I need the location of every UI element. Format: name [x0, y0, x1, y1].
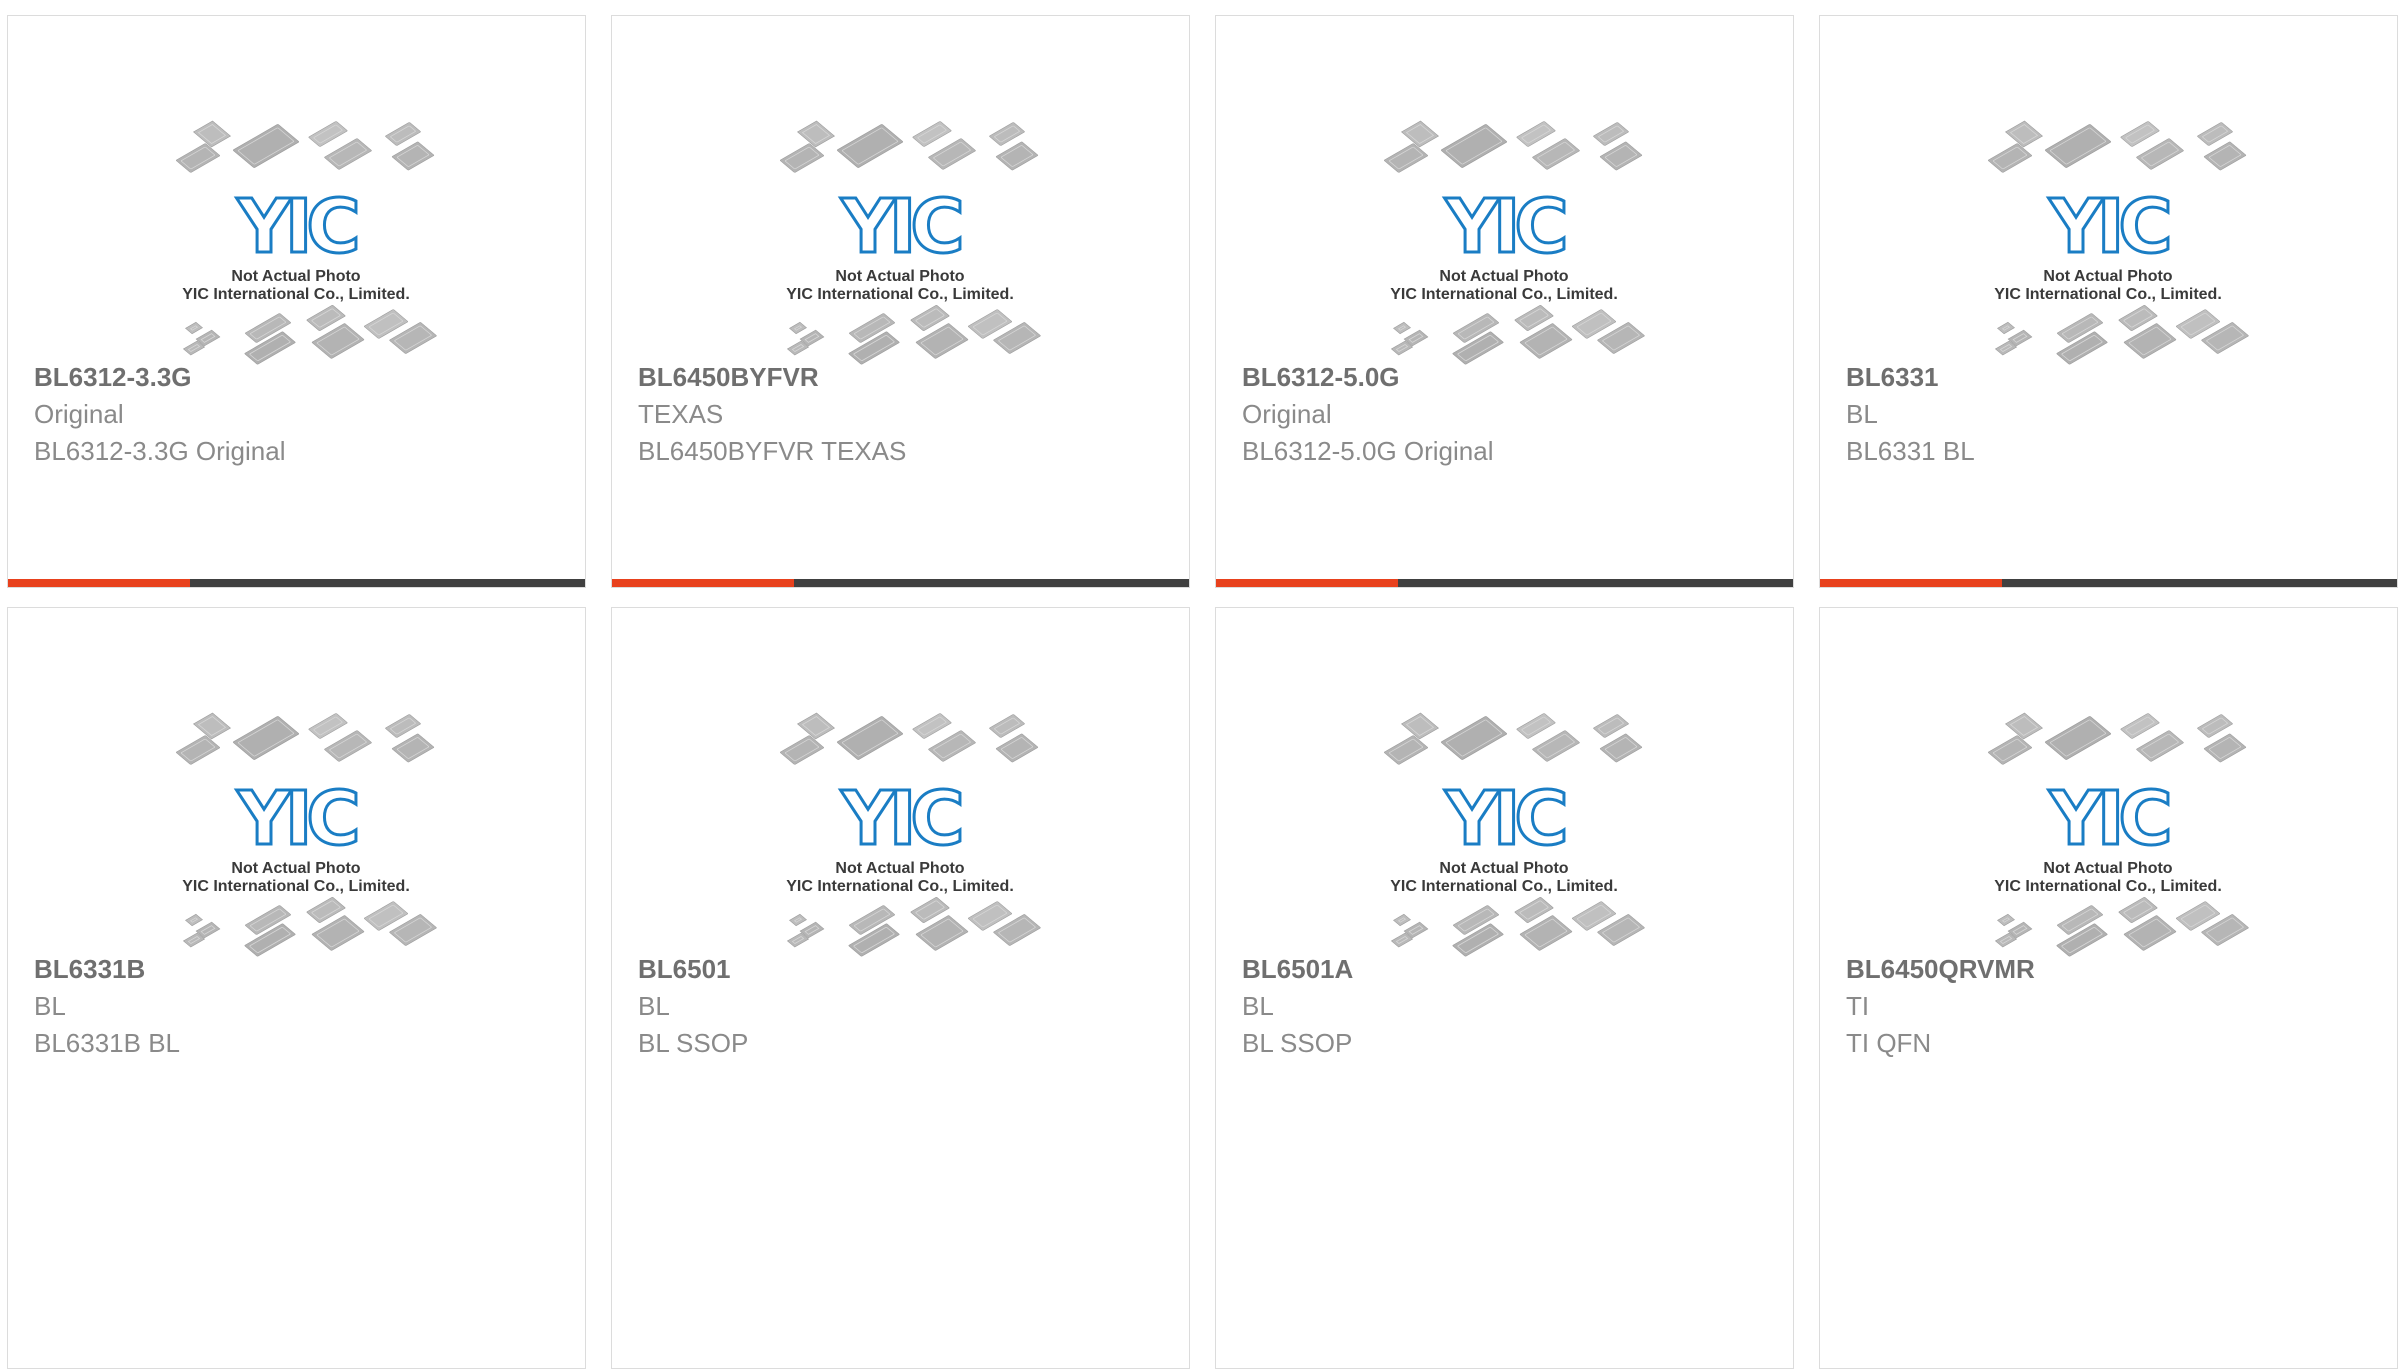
product-manufacturer: BL: [638, 991, 670, 1021]
product-card[interactable]: YIC Not Actual Photo YIC International Co.…: [1819, 607, 2398, 1369]
product-part-number[interactable]: BL6331B: [34, 951, 565, 988]
placeholder-photo-graphic: YICNot Actual PhotoYIC International Co.…: [1988, 120, 2249, 365]
not-actual-photo-caption: Not Actual Photo: [231, 860, 360, 877]
placeholder-photo-graphic: YICNot Actual PhotoYIC International Co.…: [1384, 712, 1645, 957]
company-name-caption: YIC International Co., Limited.: [182, 878, 410, 895]
product-part-number[interactable]: BL6450BYFVR: [638, 359, 1169, 396]
product-description: BL SSOP: [1242, 1028, 1353, 1058]
company-name-caption: YIC International Co., Limited.: [1994, 878, 2222, 895]
product-manufacturer: TI: [1846, 991, 1870, 1021]
company-logo: YIC: [1444, 184, 1564, 270]
product-image[interactable]: YIC Not Actual Photo YIC International Co.…: [1820, 678, 2397, 958]
card-accent-bar: [1216, 579, 1793, 587]
product-info: BL6331B BL BL6331B BL: [34, 951, 565, 1062]
product-info: BL6501 BL BL SSOP: [638, 951, 1169, 1062]
company-name-caption: YIC International Co., Limited.: [786, 878, 1014, 895]
placeholder-photo-graphic: YICNot Actual PhotoYIC International Co.…: [1988, 712, 2249, 957]
product-image[interactable]: YIC Not Actual Photo YIC International Co.…: [612, 86, 1189, 366]
product-grid: YIC Not Actual Photo YIC International Co.…: [7, 15, 2400, 1369]
card-accent-bar: [1820, 579, 2397, 587]
placeholder-photo-graphic: YICNot Actual PhotoYIC International Co.…: [176, 712, 437, 957]
product-description: BL6312-3.3G Original: [34, 436, 286, 466]
product-card[interactable]: YIC Not Actual Photo YIC International Co.…: [7, 15, 586, 588]
product-description: BL6331B BL: [34, 1028, 181, 1058]
product-description: TI QFN: [1846, 1028, 1932, 1058]
product-description: BL6450BYFVR TEXAS: [638, 436, 907, 466]
product-part-number[interactable]: BL6450QRVMR: [1846, 951, 2377, 988]
placeholder-photo-graphic: YICNot Actual PhotoYIC International Co.…: [780, 712, 1041, 957]
product-card[interactable]: YIC Not Actual Photo YIC International Co.…: [7, 607, 586, 1369]
not-actual-photo-caption: Not Actual Photo: [835, 860, 964, 877]
company-name-caption: YIC International Co., Limited.: [1390, 286, 1618, 303]
product-image[interactable]: YIC Not Actual Photo YIC International Co.…: [8, 86, 585, 366]
product-info: BL6450QRVMR TI TI QFN: [1846, 951, 2377, 1062]
company-logo: YIC: [840, 776, 960, 862]
product-card[interactable]: YIC Not Actual Photo YIC International Co.…: [611, 607, 1190, 1369]
product-info: BL6331 BL BL6331 BL: [1846, 359, 2377, 470]
product-card[interactable]: YIC Not Actual Photo YIC International Co.…: [611, 15, 1190, 588]
product-info: BL6450BYFVR TEXAS BL6450BYFVR TEXAS: [638, 359, 1169, 470]
product-manufacturer: Original: [1242, 399, 1332, 429]
product-manufacturer: BL: [1242, 991, 1274, 1021]
not-actual-photo-caption: Not Actual Photo: [835, 268, 964, 285]
product-part-number[interactable]: BL6501A: [1242, 951, 1773, 988]
company-name-caption: YIC International Co., Limited.: [182, 286, 410, 303]
product-part-number[interactable]: BL6331: [1846, 359, 2377, 396]
placeholder-photo-graphic: YICNot Actual PhotoYIC International Co.…: [780, 120, 1041, 365]
not-actual-photo-caption: Not Actual Photo: [1439, 268, 1568, 285]
not-actual-photo-caption: Not Actual Photo: [1439, 860, 1568, 877]
placeholder-photo-graphic: YICNot Actual PhotoYIC International Co.…: [1384, 120, 1645, 365]
card-accent-bar: [8, 579, 585, 587]
product-manufacturer: TEXAS: [638, 399, 724, 429]
product-image[interactable]: YIC Not Actual Photo YIC International Co.…: [8, 678, 585, 958]
company-name-caption: YIC International Co., Limited.: [1390, 878, 1618, 895]
card-accent-bar: [612, 579, 1189, 587]
product-manufacturer: BL: [1846, 399, 1878, 429]
placeholder-photo-graphic: YICNot Actual PhotoYIC International Co.…: [176, 120, 437, 365]
product-part-number[interactable]: BL6312-3.3G: [34, 359, 565, 396]
product-part-number[interactable]: BL6312-5.0G: [1242, 359, 1773, 396]
product-card[interactable]: YIC Not Actual Photo YIC International Co.…: [1819, 15, 2398, 588]
product-description: BL6312-5.0G Original: [1242, 436, 1494, 466]
product-description: BL SSOP: [638, 1028, 749, 1058]
product-image[interactable]: YIC Not Actual Photo YIC International Co.…: [1216, 678, 1793, 958]
company-logo: YIC: [840, 184, 960, 270]
company-name-caption: YIC International Co., Limited.: [786, 286, 1014, 303]
product-card[interactable]: YIC Not Actual Photo YIC International Co.…: [1215, 15, 1794, 588]
company-logo: YIC: [2048, 776, 2168, 862]
not-actual-photo-caption: Not Actual Photo: [231, 268, 360, 285]
product-info: BL6501A BL BL SSOP: [1242, 951, 1773, 1062]
product-image[interactable]: YIC Not Actual Photo YIC International Co.…: [1216, 86, 1793, 366]
product-description: BL6331 BL: [1846, 436, 1975, 466]
company-logo: YIC: [2048, 184, 2168, 270]
company-logo: YIC: [236, 184, 356, 270]
not-actual-photo-caption: Not Actual Photo: [2043, 860, 2172, 877]
product-image[interactable]: YIC Not Actual Photo YIC International Co.…: [1820, 86, 2397, 366]
product-manufacturer: BL: [34, 991, 66, 1021]
product-card[interactable]: YIC Not Actual Photo YIC International Co.…: [1215, 607, 1794, 1369]
company-logo: YIC: [1444, 776, 1564, 862]
product-manufacturer: Original: [34, 399, 124, 429]
product-info: BL6312-5.0G Original BL6312-5.0G Origina…: [1242, 359, 1773, 470]
company-name-caption: YIC International Co., Limited.: [1994, 286, 2222, 303]
not-actual-photo-caption: Not Actual Photo: [2043, 268, 2172, 285]
product-part-number[interactable]: BL6501: [638, 951, 1169, 988]
company-logo: YIC: [236, 776, 356, 862]
product-info: BL6312-3.3G Original BL6312-3.3G Origina…: [34, 359, 565, 470]
product-image[interactable]: YIC Not Actual Photo YIC International Co.…: [612, 678, 1189, 958]
